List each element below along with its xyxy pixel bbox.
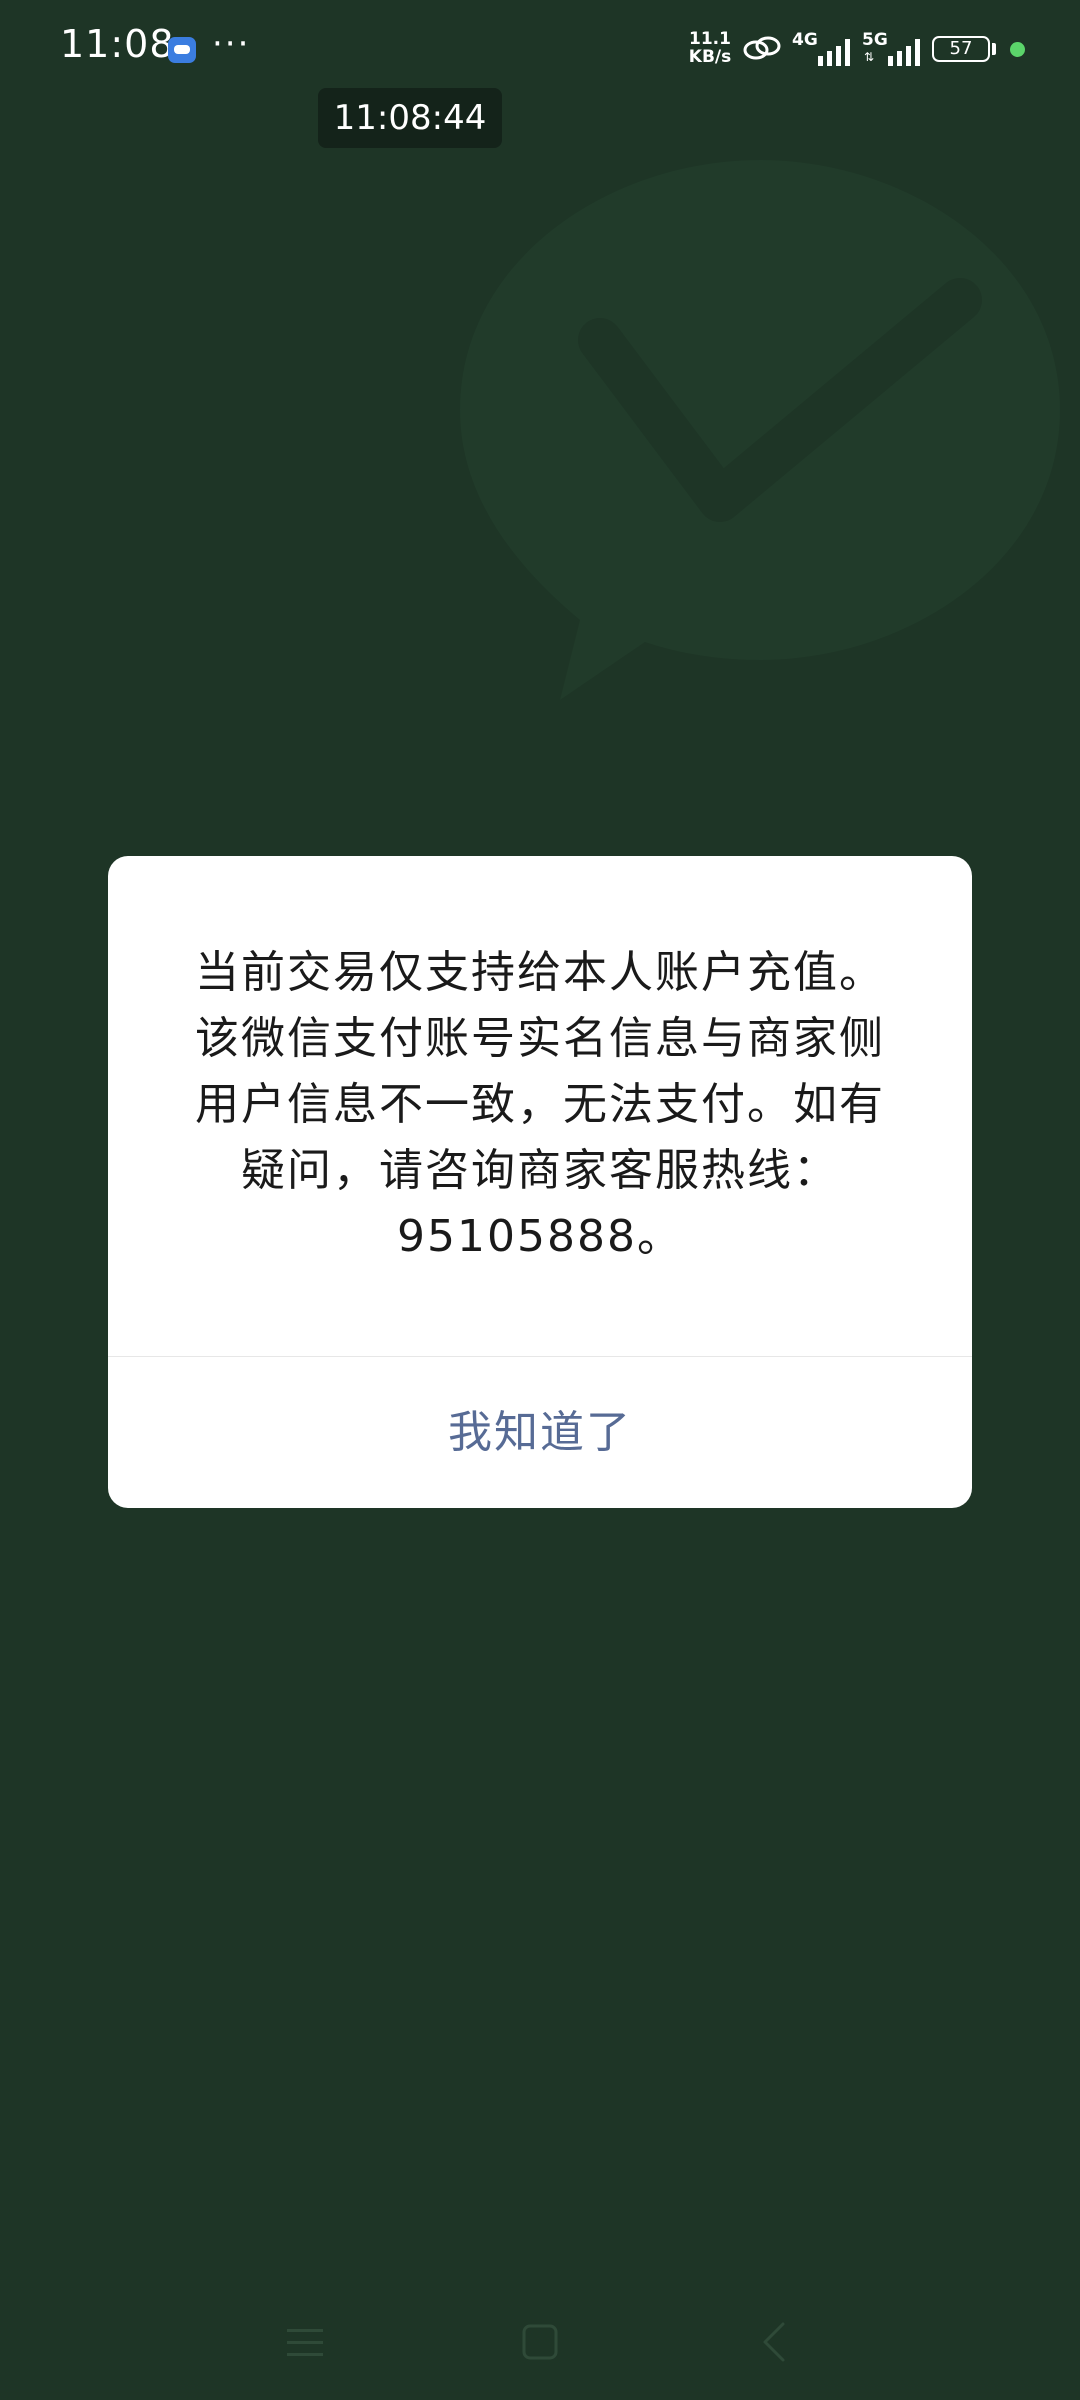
battery-level: 57 [949, 38, 973, 59]
dialog-message: 当前交易仅支持给本人账户充值。该微信支付账号实名信息与商家侧用户信息不一致，无法… [195, 947, 885, 1262]
navigation-bar [0, 2300, 1080, 2400]
network-speed-value: 11.1 [689, 29, 731, 49]
signal-4g: 4G [792, 30, 856, 66]
signal-4g-label: 4G [792, 30, 818, 50]
battery-icon: 57 [932, 36, 990, 62]
alert-dialog: 当前交易仅支持给本人账户充值。该微信支付账号实名信息与商家侧用户信息不一致，无法… [108, 856, 972, 1508]
battery-tip [992, 43, 996, 55]
signal-icon [888, 39, 920, 66]
wechat-pay-watermark-icon [460, 160, 1060, 700]
privacy-indicator-dot [1010, 42, 1025, 57]
network-speed-unit: KB/s [688, 47, 732, 67]
back-icon[interactable] [745, 2312, 805, 2372]
home-icon[interactable] [510, 2312, 570, 2372]
signal-5g-label: 5G [862, 30, 888, 50]
signal-5g: 5G ⇅ [862, 30, 926, 66]
status-time: 11:08 [60, 22, 175, 66]
acknowledge-button[interactable]: 我知道了 [108, 1357, 972, 1508]
link-icon [743, 36, 781, 60]
more-dots: ··· [212, 24, 251, 64]
status-bar: 11:08 ··· 11.1 KB/s 4G 5G ⇅ 57 [0, 0, 1080, 100]
data-arrows-icon: ⇅ [864, 50, 875, 64]
network-speed: 11.1 KB/s [684, 30, 736, 66]
menu-icon[interactable] [275, 2312, 335, 2372]
signal-icon [818, 39, 850, 66]
message-icon [168, 37, 196, 63]
